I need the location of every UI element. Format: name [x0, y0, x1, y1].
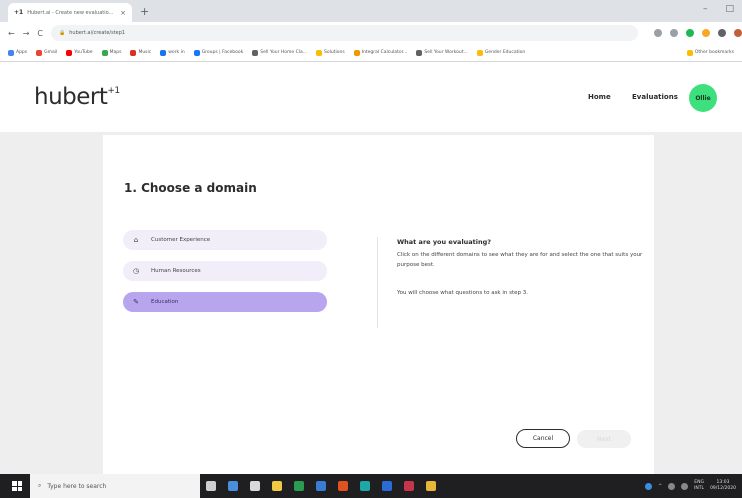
hubert-logo[interactable]: hubert+1: [34, 84, 120, 110]
taskbar-apps: [200, 474, 436, 498]
bookmark-icon: [101, 49, 108, 56]
cancel-button[interactable]: Cancel: [516, 429, 570, 448]
domain-label: Education: [151, 299, 179, 305]
bookmarks-bar: Apps Gmail YouTube Maps Music work in Gr…: [0, 44, 742, 62]
tab-title: Hubert.ai - Create new evaluatio...: [27, 9, 114, 16]
search-placeholder: Type here to search: [47, 482, 107, 490]
bookmark[interactable]: Sell Your Workout...: [416, 49, 468, 56]
extension-icon[interactable]: [686, 29, 694, 37]
star-icon[interactable]: [670, 29, 678, 37]
domain-option-education[interactable]: ✎ Education: [123, 292, 327, 312]
info-title: What are you evaluating?: [397, 238, 492, 246]
bookmark[interactable]: Sell Your Home Cla...: [252, 49, 307, 56]
bookmark-icon: [476, 49, 483, 56]
windows-taskbar: ⌕ Type here to search ^ ENG INTL 13:03 09/…: [0, 474, 742, 498]
folder-icon: [686, 49, 693, 56]
app-icon[interactable]: [250, 481, 260, 491]
back-icon[interactable]: ←: [8, 29, 15, 38]
file-explorer-icon[interactable]: [272, 481, 282, 491]
bookmark-icon: [66, 49, 73, 56]
url-text: hubert.ai/create/step1: [69, 30, 126, 36]
domain-option-human-resources[interactable]: ◷ Human Resources: [123, 261, 327, 281]
nav-evaluations[interactable]: Evaluations: [632, 93, 678, 101]
domain-card: 1. Choose a domain ⌂ Customer Experience…: [103, 135, 654, 474]
bookmark[interactable]: Integral Calculator...: [353, 49, 407, 56]
bookmark-icon: [160, 49, 167, 56]
clock[interactable]: 13:03 09/12/2020: [710, 480, 736, 492]
app-icon[interactable]: [404, 481, 414, 491]
browser-tab[interactable]: +1 Hubert.ai - Create new evaluatio... ×: [8, 3, 132, 22]
chrome-icon[interactable]: [426, 481, 436, 491]
search-icon: ⌕: [38, 482, 42, 489]
address-bar-row: ← → C 🔒 hubert.ai/create/step1: [0, 22, 742, 44]
extension-icon[interactable]: [702, 29, 710, 37]
bookmark[interactable]: Other bookmarks: [686, 49, 734, 56]
bookmark-icon: [316, 49, 323, 56]
bookmark-icon: [416, 49, 423, 56]
page-title: 1. Choose a domain: [124, 181, 257, 195]
bookmark-icon: [353, 49, 360, 56]
domain-label: Customer Experience: [151, 237, 211, 243]
hubert-favicon-icon: +1: [14, 9, 24, 16]
reload-icon[interactable]: C: [37, 29, 43, 38]
bookmark[interactable]: Apps: [8, 49, 27, 56]
bookmark-icon: [36, 49, 43, 56]
task-view-icon[interactable]: [206, 481, 216, 491]
bookmark-icon: [193, 49, 200, 56]
windows-start-button[interactable]: [12, 481, 22, 491]
bookmark[interactable]: Groups | Facebook: [193, 49, 243, 56]
divider: [377, 237, 378, 328]
maximize-button[interactable]: □: [725, 4, 734, 14]
next-button[interactable]: Next: [577, 430, 631, 448]
new-tab-button[interactable]: +: [140, 5, 149, 18]
nav-home[interactable]: Home: [588, 93, 611, 101]
minimize-button[interactable]: –: [703, 4, 708, 14]
briefcase-icon: ⌂: [133, 236, 139, 244]
app-icon[interactable]: [228, 481, 238, 491]
bookmark[interactable]: Maps: [101, 49, 121, 56]
info-step-note: You will choose what questions to ask in…: [397, 290, 529, 296]
extension-icon[interactable]: [654, 29, 662, 37]
puzzle-icon[interactable]: [718, 29, 726, 37]
bookmark[interactable]: Gender Education: [476, 49, 525, 56]
taskbar-search-input[interactable]: ⌕ Type here to search: [30, 474, 200, 498]
app-icon[interactable]: [338, 481, 348, 491]
extensions: [654, 29, 742, 37]
top-nav: hubert+1 Home Evaluations Ollie: [0, 62, 742, 132]
bookmark[interactable]: Solutions: [316, 49, 345, 56]
domain-label: Human Resources: [151, 268, 201, 274]
app-icon[interactable]: [316, 481, 326, 491]
app-icon[interactable]: [360, 481, 370, 491]
bookmark[interactable]: YouTube: [66, 49, 93, 56]
bookmark-icon: [8, 49, 14, 56]
network-icon[interactable]: [668, 482, 676, 490]
info-description: Click on the different domains to see wh…: [397, 252, 643, 268]
bookmark-icon: [252, 49, 259, 56]
bookmark-icon: [130, 49, 137, 56]
tray-app-icon[interactable]: [645, 482, 653, 490]
chevron-up-icon[interactable]: ^: [658, 484, 662, 489]
domain-option-customer-experience[interactable]: ⌂ Customer Experience: [123, 230, 327, 250]
volume-icon[interactable]: [681, 482, 689, 490]
edge-icon[interactable]: [382, 481, 392, 491]
bookmark[interactable]: Music: [130, 49, 151, 56]
clock-icon: ◷: [132, 267, 140, 275]
browser-tab-bar: +1 Hubert.ai - Create new evaluatio... ×…: [0, 0, 742, 22]
url-input[interactable]: 🔒 hubert.ai/create/step1: [51, 25, 638, 41]
lock-icon: 🔒: [59, 30, 66, 36]
bookmark[interactable]: work in: [160, 49, 185, 56]
system-tray: ^ ENG INTL 13:03 09/12/2020: [645, 474, 736, 498]
pencil-icon: ✎: [133, 298, 139, 306]
user-avatar[interactable]: Ollie: [689, 84, 717, 112]
hubert-app: hubert+1 Home Evaluations Ollie 1. Choos…: [0, 62, 742, 474]
profile-avatar[interactable]: [734, 29, 742, 37]
language-indicator[interactable]: ENG INTL: [694, 480, 704, 492]
forward-icon[interactable]: →: [23, 29, 30, 38]
close-tab-icon[interactable]: ×: [120, 9, 126, 17]
window-controls: – □: [703, 4, 734, 14]
bookmark[interactable]: Gmail: [36, 49, 57, 56]
app-icon[interactable]: [294, 481, 304, 491]
